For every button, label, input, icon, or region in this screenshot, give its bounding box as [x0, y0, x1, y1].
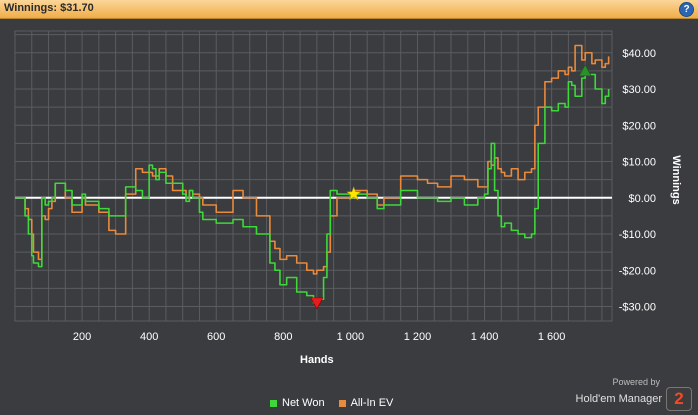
- y-tick-label: $10.00: [622, 157, 656, 169]
- legend-item-net-won[interactable]: Net Won: [270, 397, 325, 409]
- legend-item-all-in-ev[interactable]: All-In EV: [338, 397, 394, 409]
- hem-logo-icon: 2: [666, 387, 692, 411]
- legend-label-net-won: Net Won: [282, 397, 325, 409]
- y-tick-label: $30.00: [622, 84, 656, 96]
- x-tick-label: 200: [73, 331, 91, 343]
- x-tick-label: 800: [274, 331, 292, 343]
- legend: Net Won All-In EV: [270, 397, 393, 409]
- x-tick-label: 1 000: [337, 331, 365, 343]
- help-icon[interactable]: ?: [679, 2, 694, 17]
- product-name: Hold'em Manager: [575, 393, 662, 405]
- all-in-ev-line: [15, 44, 610, 275]
- x-tick-label: 600: [207, 331, 225, 343]
- net-won-swatch: [270, 399, 277, 407]
- plot-frame: [14, 30, 613, 322]
- winnings-title: Winnings: $31.70: [4, 2, 94, 14]
- x-axis-title: Hands: [300, 354, 334, 366]
- series-layer: [15, 44, 610, 304]
- y-tick-label: -$10.00: [619, 229, 656, 241]
- title-bar: Winnings: $31.70 ?: [0, 0, 698, 19]
- all-in-ev-swatch: [338, 399, 346, 407]
- x-tick-label: 1 400: [471, 331, 499, 343]
- grid: [14, 30, 613, 322]
- y-tick-label: $20.00: [622, 120, 656, 132]
- powered-by-text: Powered by: [612, 377, 660, 387]
- y-tick-label: -$30.00: [619, 302, 656, 314]
- y-tick-labels: -$30.00 -$20.00 -$10.00 $0.00 $10.00 $20.00 $3…: [619, 48, 656, 314]
- y-tick-label: $40.00: [622, 48, 656, 60]
- y-tick-label: -$20.00: [619, 265, 656, 277]
- x-tick-labels: 200 400 600 800 1 000 1 200 1 400 1 600: [73, 331, 565, 343]
- net-won-line: [15, 73, 610, 304]
- x-tick-label: 400: [140, 331, 158, 343]
- y-axis-title: Winnings: [670, 155, 682, 204]
- winnings-chart: 200 400 600 800 1 000 1 200 1 400 1 600 -$30.00…: [14, 30, 682, 366]
- y-tick-label: $0.00: [628, 193, 656, 205]
- x-tick-label: 1 200: [404, 331, 432, 343]
- brand-block: Powered by Hold'em Manager 2: [576, 377, 692, 411]
- low-point-triangle-icon: [310, 297, 324, 310]
- legend-label-all-in-ev: All-In EV: [350, 397, 394, 409]
- x-tick-label: 1 600: [538, 331, 566, 343]
